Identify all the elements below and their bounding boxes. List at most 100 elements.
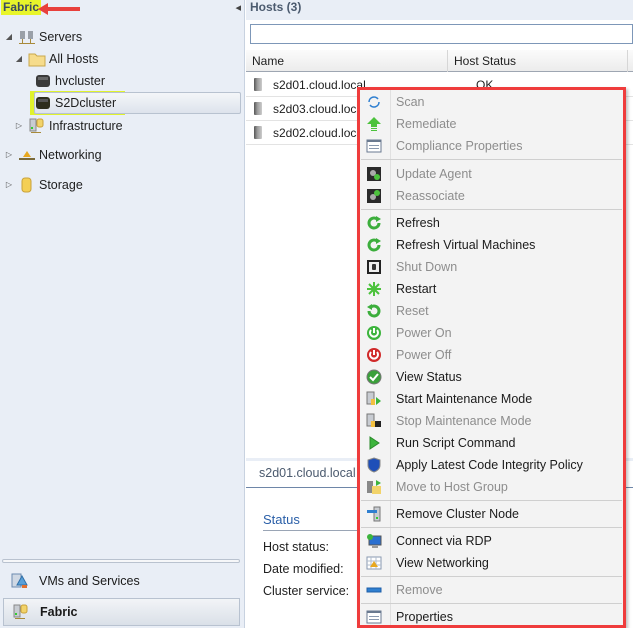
restart-icon [367,282,381,296]
reassociate-icon [367,189,381,203]
workspace-splitter[interactable] [2,559,240,563]
vms-services-icon [11,573,29,589]
tree-label: hvcluster [55,74,106,88]
menu-item-properties[interactable]: Properties [360,606,623,628]
view-status-icon [366,369,382,385]
menu-item-shut-down[interactable]: Shut Down [360,256,623,278]
workspace-label: Fabric [40,605,78,619]
tree-item-networking[interactable]: ▷ Networking [4,145,102,165]
menu-item-apply-code-integrity-policy[interactable]: Apply Latest Code Integrity Policy [360,454,623,476]
refresh-vms-icon [367,238,381,252]
tree-label: Servers [39,30,83,44]
hosts-search-input[interactable] [250,24,633,44]
host-name: s2d03.cloud.local [273,102,366,116]
server-icon [254,78,262,91]
remove-cluster-node-icon [367,506,381,522]
menu-item-remove-cluster-node[interactable]: Remove Cluster Node [360,503,623,525]
host-name: s2d01.cloud.local [273,78,366,92]
server-icon [254,126,262,139]
menu-item-stop-maintenance-mode[interactable]: Stop Maintenance Mode [360,410,623,432]
networking-icon [18,147,36,163]
status-section-heading: Status [263,512,300,527]
menu-item-connect-via-rdp[interactable]: Connect via RDP [360,530,623,552]
scan-icon [368,96,380,108]
annotation-arrow-icon [38,3,80,15]
tree-item-servers[interactable]: ◢ Servers [4,27,82,47]
column-header-name[interactable]: Name [246,50,448,72]
column-header-host-status[interactable]: Host Status [448,50,628,72]
compliance-properties-icon [366,139,382,153]
shield-icon [367,457,381,473]
tree-item-hvcluster[interactable]: hvcluster [34,71,105,91]
workspace-fabric[interactable]: Fabric [3,598,240,626]
menu-item-refresh-virtual-machines[interactable]: Refresh Virtual Machines [360,234,623,256]
properties-icon [366,610,382,624]
move-host-group-icon [367,480,381,494]
menu-item-update-agent[interactable]: Update Agent [360,163,623,185]
menu-item-remediate[interactable]: Remediate [360,113,623,135]
menu-item-view-status[interactable]: View Status [360,366,623,388]
menu-item-refresh[interactable]: Refresh [360,212,623,234]
refresh-icon [367,216,381,230]
menu-separator [361,603,622,604]
menu-item-move-to-host-group[interactable]: Move to Host Group [360,476,623,498]
tree-item-s2dcluster[interactable]: S2Dcluster [34,93,116,113]
rdp-icon [367,534,382,548]
update-agent-icon [367,167,381,181]
prop-date-modified-label: Date modified: [263,562,344,576]
cluster-icon [34,73,52,89]
folder-icon [28,51,46,67]
nav-title: Fabric [1,0,42,15]
menu-item-power-on[interactable]: Power On [360,322,623,344]
menu-item-power-off[interactable]: Power Off [360,344,623,366]
detail-title: s2d01.cloud.local [259,466,356,480]
grid-header: Name Host Status [246,50,633,72]
tree-label: All Hosts [49,52,99,66]
prop-host-status-label: Host status: [263,540,329,554]
tree-label: Storage [39,178,83,192]
expand-toggle-icon[interactable]: ◢ [14,49,24,69]
host-name: s2d02.cloud.local [273,126,366,140]
menu-item-scan[interactable]: Scan [360,91,623,113]
menu-item-restart[interactable]: Restart [360,278,623,300]
menu-item-remove[interactable]: Remove [360,579,623,601]
navigation-pane: Fabric ◂ ◢ Servers ◢ All Hosts hvcluster… [0,0,245,628]
cluster-icon [34,95,52,111]
servers-icon [18,29,36,45]
menu-separator [361,527,622,528]
server-icon [254,102,262,115]
menu-separator [361,500,622,501]
workspace-vms-and-services[interactable]: VMs and Services [3,567,240,595]
prop-cluster-service-label: Cluster service: [263,584,350,598]
infrastructure-icon [28,118,46,134]
expand-toggle-icon[interactable]: ◢ [4,27,14,47]
view-networking-icon [366,556,382,570]
nav-header: Fabric ◂ [0,0,245,18]
expand-toggle-icon[interactable]: ▷ [14,116,24,136]
hosts-title-bar [246,0,633,20]
hosts-title: Hosts (3) [250,0,302,14]
tree-label: Networking [39,148,102,162]
tree-item-all-hosts[interactable]: ◢ All Hosts [14,49,98,69]
tree-item-storage[interactable]: ▷ Storage [4,175,83,195]
menu-separator [361,209,622,210]
expand-toggle-icon[interactable]: ▷ [4,145,14,165]
tree-item-infrastructure[interactable]: ▷ Infrastructure [14,116,123,136]
stop-maintenance-icon [366,413,381,427]
menu-item-start-maintenance-mode[interactable]: Start Maintenance Mode [360,388,623,410]
remediate-icon [367,117,381,131]
remove-icon [366,587,382,593]
start-maintenance-icon [366,391,381,405]
menu-item-run-script-command[interactable]: Run Script Command [360,432,623,454]
menu-item-reset[interactable]: Reset [360,300,623,322]
tree-label: S2Dcluster [55,96,117,110]
menu-item-reassociate[interactable]: Reassociate [360,185,623,207]
power-on-icon [367,326,381,340]
reset-icon [367,304,381,318]
menu-item-view-networking[interactable]: View Networking [360,552,623,574]
expand-toggle-icon[interactable]: ▷ [4,175,14,195]
power-off-icon [367,348,381,362]
menu-item-compliance-properties[interactable]: Compliance Properties [360,135,623,157]
tree-label: Infrastructure [49,119,123,133]
collapse-pane-button[interactable]: ◂ [235,1,241,14]
